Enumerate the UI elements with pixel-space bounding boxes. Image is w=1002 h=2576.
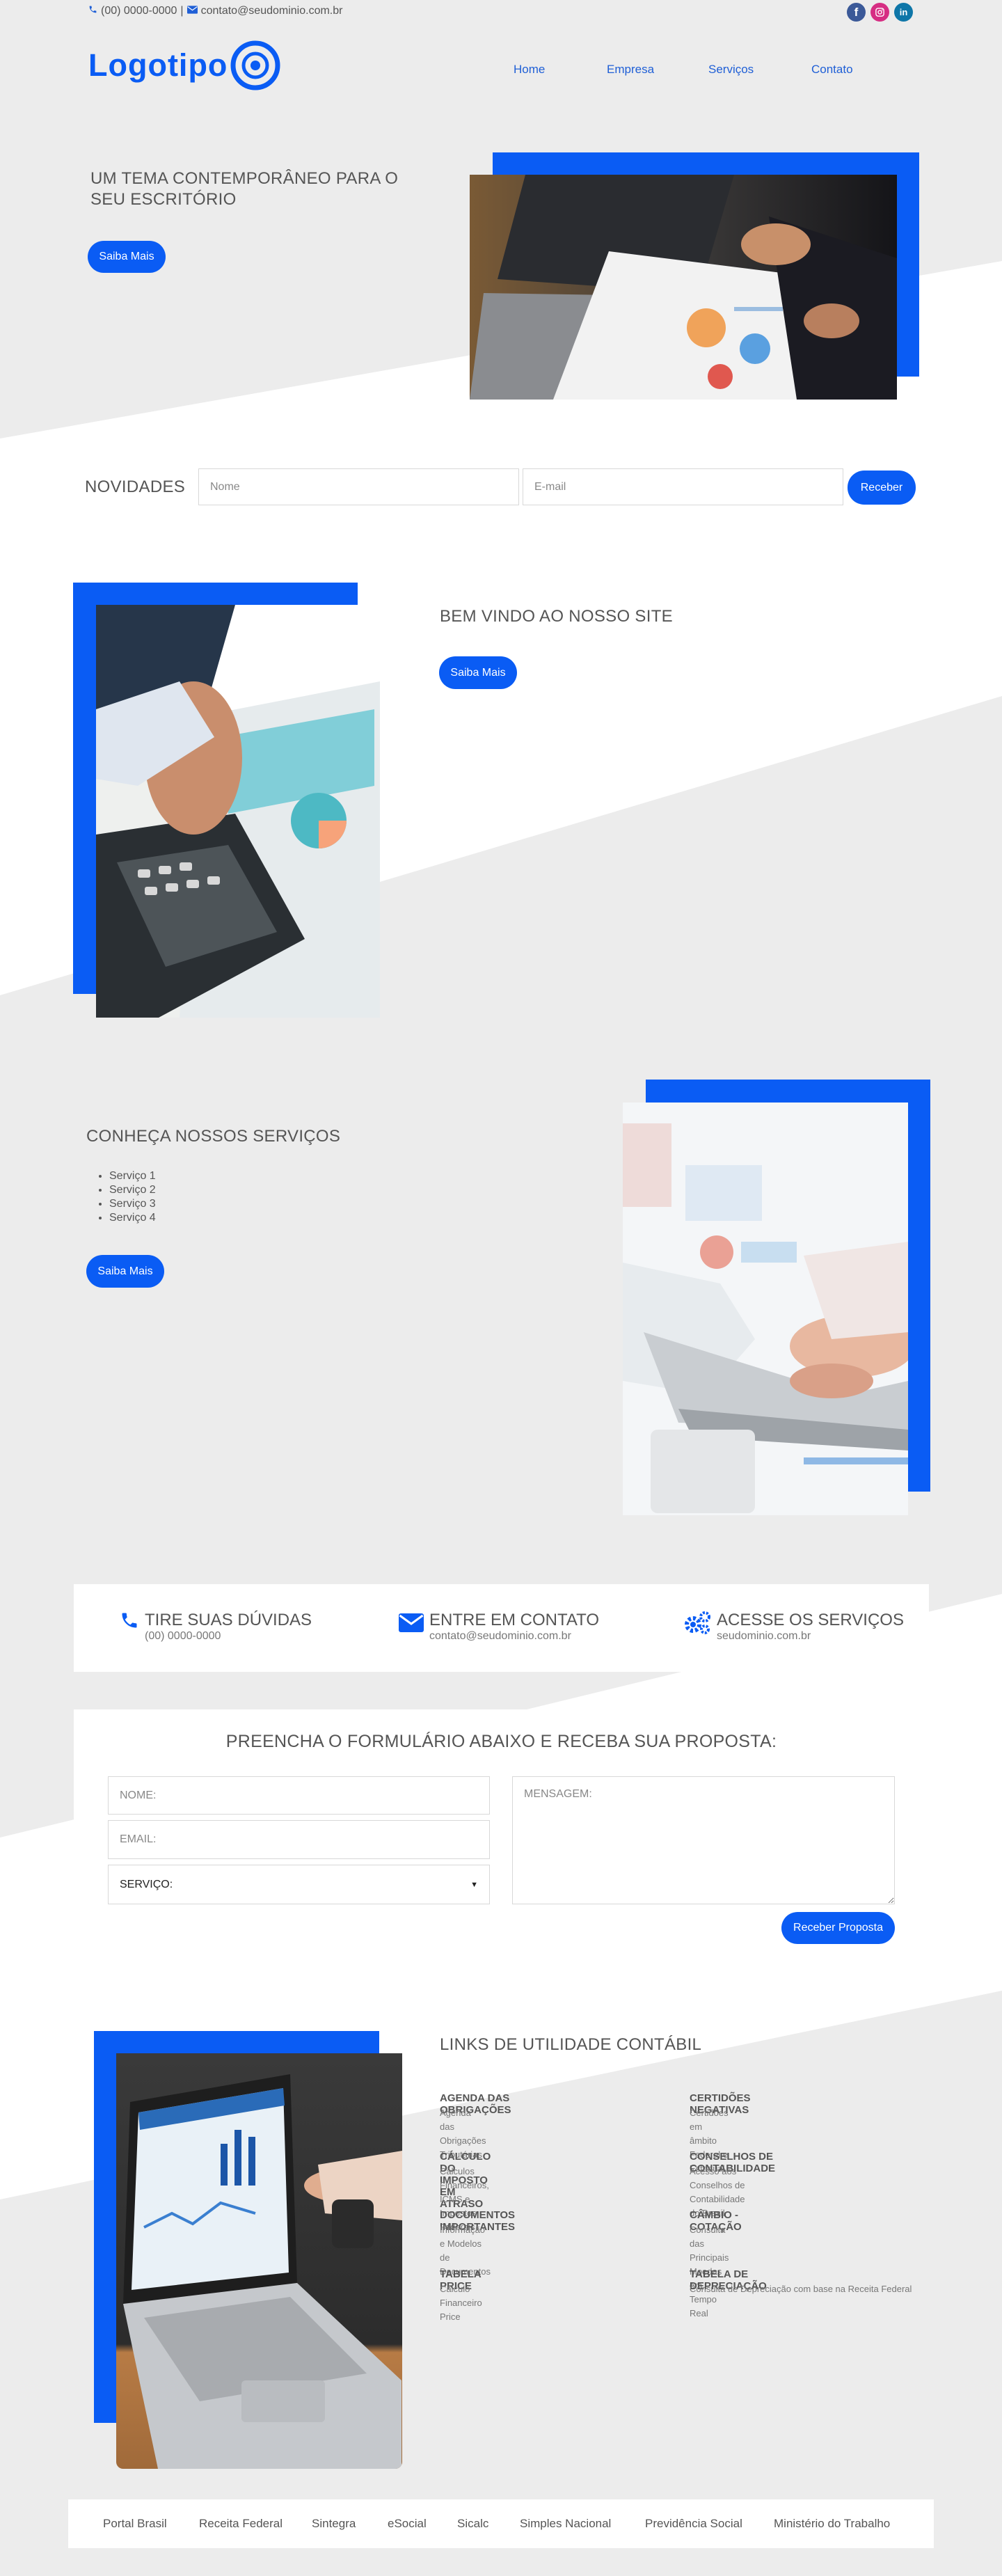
services-list-item: Serviço 4 — [109, 1211, 156, 1225]
footer-link[interactable]: Receita Federal — [199, 2517, 283, 2531]
target-icon — [230, 40, 280, 90]
services-saiba-mais-button[interactable]: Saiba Mais — [86, 1255, 164, 1288]
services-list: Serviço 1 Serviço 2 Serviço 3 Serviço 4 — [109, 1169, 156, 1225]
welcome-image — [96, 605, 380, 1018]
proposal-service-select[interactable]: SERVIÇO: ▼ — [108, 1865, 490, 1904]
info-sub[interactable]: seudominio.com.br — [717, 1630, 904, 1643]
link-subtitle: Cálculo Financeiro Price — [440, 2284, 482, 2322]
links-image — [116, 2053, 402, 2469]
proposal-service-value: SERVIÇO: — [120, 1878, 173, 1890]
proposal-message-textarea[interactable] — [512, 1776, 895, 1904]
proposal-email-input[interactable] — [108, 1820, 490, 1859]
info-sub: (00) 0000-0000 — [145, 1630, 221, 1642]
info-title: ENTRE EM CONTATO — [429, 1611, 600, 1629]
footer-link[interactable]: Sintegra — [312, 2517, 356, 2531]
instagram-icon[interactable] — [870, 3, 889, 22]
services-list-item: Serviço 2 — [109, 1183, 156, 1197]
info-item-servicos: ACESSE OS SERVIÇOS seudominio.com.br — [683, 1611, 904, 1643]
proposal-submit-button[interactable]: Receber Proposta — [781, 1912, 895, 1944]
welcome-title: BEM VINDO AO NOSSO SITE — [440, 607, 673, 626]
proposal-name-input[interactable] — [108, 1776, 490, 1815]
hero-saiba-mais-button[interactable]: Saiba Mais — [88, 241, 166, 273]
info-item-duvidas: TIRE SUAS DÚVIDAS (00) 0000-0000 — [120, 1611, 312, 1643]
gears-icon — [683, 1611, 711, 1643]
info-title: TIRE SUAS DÚVIDAS — [145, 1611, 312, 1629]
nav-servicos[interactable]: Serviços — [708, 63, 754, 77]
newsletter-email-input[interactable] — [523, 468, 843, 505]
social-links: f in — [847, 3, 913, 22]
logo-text: Logotipo — [88, 47, 228, 83]
footer-link[interactable]: eSocial — [388, 2517, 427, 2531]
envelope-icon — [186, 5, 198, 17]
services-title: CONHEÇA NOSSOS SERVIÇOS — [86, 1127, 341, 1146]
envelope-icon — [399, 1611, 424, 1643]
caret-down-icon: ▼ — [470, 1880, 478, 1889]
services-image — [623, 1103, 908, 1515]
phone-icon — [88, 5, 97, 17]
services-list-item: Serviço 1 — [109, 1169, 156, 1183]
phone-icon — [120, 1611, 139, 1643]
newsletter-title: NOVIDADES — [85, 477, 186, 496]
logo[interactable]: Logotipo — [88, 40, 280, 90]
newsletter-name-input[interactable] — [198, 468, 519, 505]
footer-link[interactable]: Sicalc — [457, 2517, 488, 2531]
linkedin-icon[interactable]: in — [894, 3, 913, 22]
info-sub[interactable]: contato@seudominio.com.br — [429, 1630, 599, 1643]
footer-link[interactable]: Ministério do Trabalho — [774, 2517, 890, 2531]
hero-image — [470, 175, 897, 400]
services-list-item: Serviço 3 — [109, 1197, 156, 1211]
topbar: (00) 0000-0000 | contato@seudominio.com.… — [88, 4, 342, 18]
topbar-phone: (00) 0000-0000 — [101, 5, 177, 17]
topbar-separator: | — [180, 5, 184, 17]
proposal-form-title: PREENCHA O FORMULÁRIO ABAIXO E RECEBA SU… — [225, 1732, 777, 1751]
nav-contato[interactable]: Contato — [811, 63, 853, 77]
newsletter-receber-button[interactable]: Receber — [848, 471, 916, 505]
nav-home[interactable]: Home — [514, 63, 545, 77]
info-title: ACESSE OS SERVIÇOS — [717, 1611, 904, 1629]
info-item-contato: ENTRE EM CONTATO contato@seudominio.com.… — [399, 1611, 599, 1643]
footer-link[interactable]: Simples Nacional — [520, 2517, 611, 2531]
welcome-saiba-mais-button[interactable]: Saiba Mais — [439, 656, 517, 689]
footer-link[interactable]: Previdência Social — [645, 2517, 742, 2531]
links-title: LINKS DE UTILIDADE CONTÁBIL — [440, 2035, 702, 2054]
hero-title: UM TEMA CONTEMPORÂNEO PARA O SEU ESCRITÓ… — [90, 169, 399, 209]
nav-empresa[interactable]: Empresa — [607, 63, 654, 77]
facebook-icon[interactable]: f — [847, 3, 866, 22]
footer-link[interactable]: Portal Brasil — [103, 2517, 167, 2531]
topbar-email[interactable]: contato@seudominio.com.br — [201, 5, 343, 17]
link-subtitle: Consulta de Depreciação com base na Rece… — [690, 2284, 912, 2294]
